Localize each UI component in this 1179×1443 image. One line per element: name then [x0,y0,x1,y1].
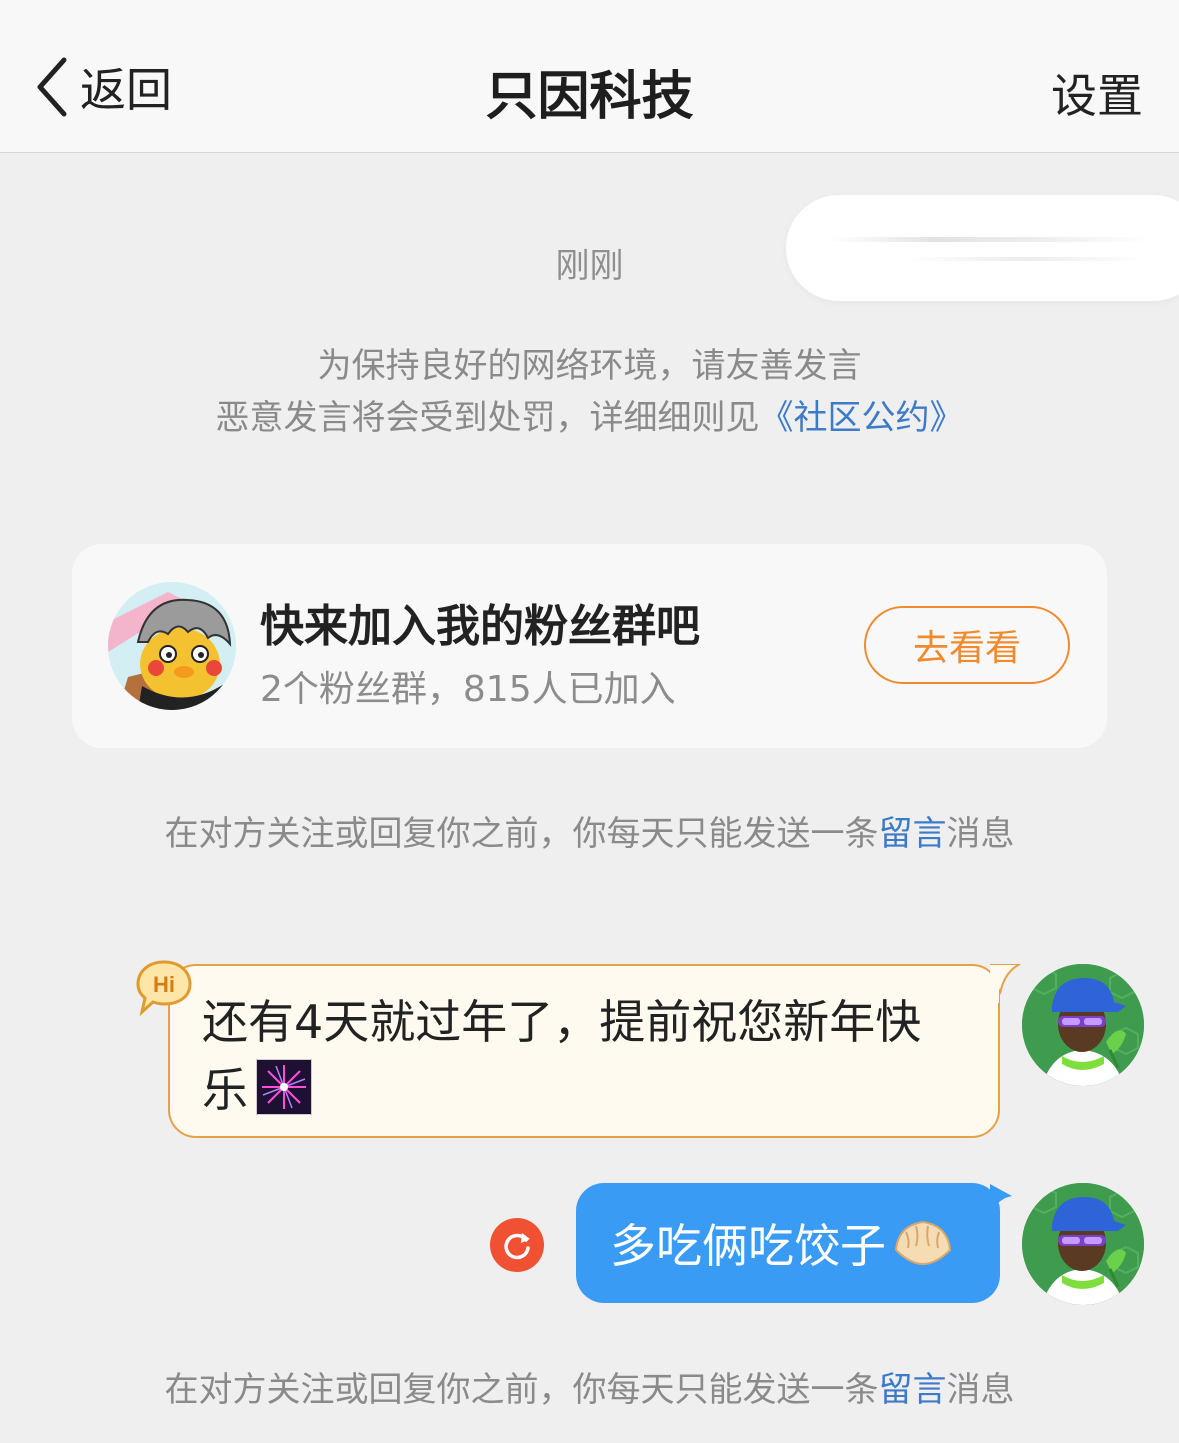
page-title: 只因科技 [485,67,694,127]
notice-line-2-text: 恶意发言将会受到处罚，详细细则见 [215,398,760,438]
message-limit-notice: 在对方关注或回复你之前，你每天只能发送一条留言消息 [0,806,1179,855]
notice-line-2: 恶意发言将会受到处罚，详细细则见《社区公约》 [0,392,1179,444]
user-avatar[interactable] [1022,964,1144,1086]
message-limit-notice: 在对方关注或回复你之前，你每天只能发送一条留言消息 [0,1362,1179,1411]
fan-group-title: 快来加入我的粉丝群吧 [260,601,700,652]
retry-icon [504,1233,530,1260]
fan-group-subtitle: 2个粉丝群，815人已加入 [260,669,676,710]
fireworks-icon [256,1059,312,1115]
user-avatar-icon [1022,1183,1144,1305]
fan-group-card[interactable]: 快来加入我的粉丝群吧 2个粉丝群，815人已加入 去看看 [72,544,1107,748]
leave-message-link[interactable]: 留言 [879,1370,947,1410]
fan-group-avatar [108,582,236,710]
notice-line-1: 为保持良好的网络环境，请友善发言 [317,346,862,386]
community-rules-link[interactable]: 《社区公约》 [760,398,964,438]
limit-text-suffix: 消息 [946,814,1015,854]
dumpling-icon [892,1216,954,1270]
user-avatar[interactable] [1022,1183,1144,1305]
bubble-tail [990,964,1021,1003]
message-bubble-greeting[interactable]: 还有4天就过年了，提前祝您新年快乐 [168,964,1000,1138]
user-avatar-icon [1022,964,1144,1086]
message-text: 多吃俩吃饺子 [610,1219,886,1273]
hi-badge-icon: Hi [136,960,192,1016]
retry-send-button[interactable] [490,1218,544,1272]
community-notice: 为保持良好的网络环境，请友善发言 恶意发言将会受到处罚，详细细则见《社区公约》 [0,340,1179,444]
bubble-tail [990,1184,1012,1212]
limit-text-suffix: 消息 [946,1370,1015,1410]
leave-message-link[interactable]: 留言 [879,814,947,854]
limit-text: 在对方关注或回复你之前，你每天只能发送一条 [164,1370,879,1410]
limit-text: 在对方关注或回复你之前，你每天只能发送一条 [164,814,879,854]
nav-bar: 返回 只因科技 设置 [0,0,1179,153]
view-fan-group-button[interactable]: 去看看 [864,606,1070,684]
settings-button[interactable]: 设置 [1051,60,1143,126]
message-timestamp: 刚刚 [555,246,624,286]
hi-badge-text: Hi [153,972,175,997]
message-bubble-sent[interactable]: 多吃俩吃饺子 [576,1183,1000,1303]
cartoon-avatar-icon [108,582,236,710]
